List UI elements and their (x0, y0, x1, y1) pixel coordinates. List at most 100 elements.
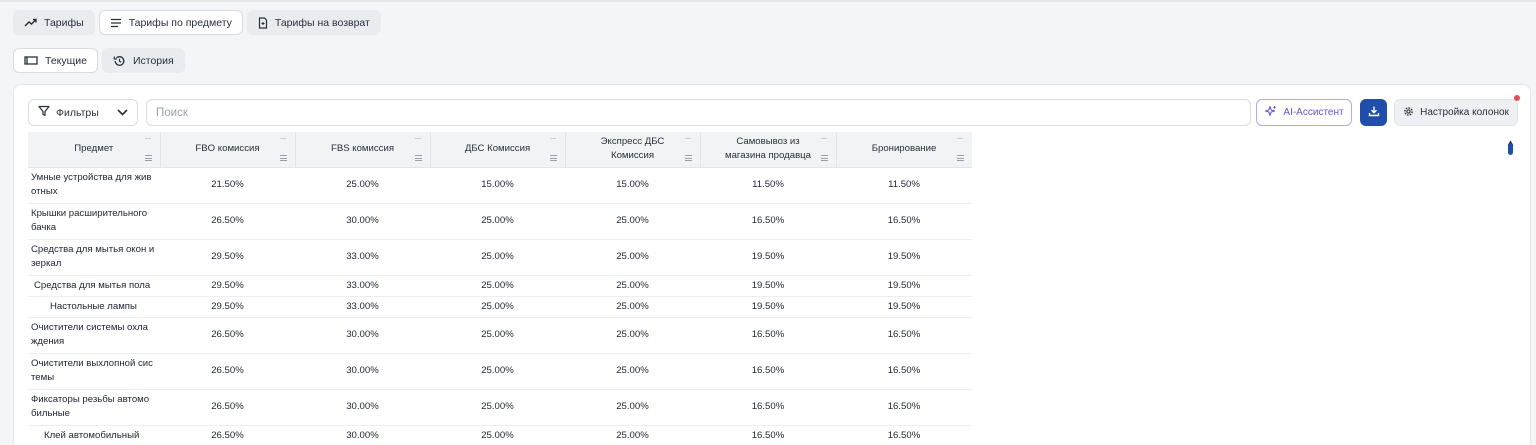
notification-dot (1514, 95, 1520, 101)
column-header-booking[interactable]: Бронирование ··· (836, 132, 972, 168)
gear-icon (1403, 106, 1414, 120)
cell-express: 25.00% (565, 296, 700, 318)
cell-booking: 16.50% (836, 203, 972, 240)
cell-pickup: 19.50% (700, 239, 836, 276)
cell-fbs: 30.00% (295, 203, 430, 240)
download-button[interactable] (1360, 99, 1387, 126)
column-settings-button[interactable]: Настройка колонок (1394, 99, 1518, 126)
cell-subject: Клей автомобильный (28, 425, 160, 445)
cell-fbs: 30.00% (295, 353, 430, 390)
column-menu-icon[interactable] (414, 154, 422, 161)
cell-express: 25.00% (565, 275, 700, 297)
cell-fbo: 26.50% (160, 353, 295, 390)
cell-booking: 16.50% (836, 317, 972, 354)
cell-express: 25.00% (565, 317, 700, 354)
column-menu-icon[interactable] (956, 154, 964, 161)
cell-subject: Умные устройства для жив отных (28, 167, 160, 204)
table-row[interactable]: Клей автомобильный 26.50% 30.00% 25.00% … (28, 425, 972, 445)
filters-label: Фильтры (56, 106, 99, 119)
ai-assistant-button[interactable]: AI-Ассистент (1256, 99, 1352, 126)
column-header-dbs[interactable]: ДБС Комиссия ··· (430, 132, 566, 168)
cell-fbs: 33.00% (295, 296, 430, 318)
cell-subject: Средства для мытья окон и зеркал (28, 239, 160, 276)
cell-dbs: 25.00% (430, 296, 565, 318)
return-doc-icon (258, 16, 268, 29)
cell-dbs: 25.00% (430, 317, 565, 354)
sparkle-icon (1264, 105, 1277, 121)
table-row[interactable]: Умные устройства для жив отных 21.50% 25… (28, 167, 972, 204)
more-icon[interactable]: ··· (550, 134, 557, 143)
cell-dbs: 25.00% (430, 239, 565, 276)
header-row: Предмет ··· FBO комиссия ··· FBS комиссия ·… (28, 132, 972, 168)
cell-pickup: 19.50% (700, 275, 836, 297)
cell-fbs: 33.00% (295, 275, 430, 297)
cell-express: 25.00% (565, 353, 700, 390)
cell-dbs: 25.00% (430, 353, 565, 390)
more-icon[interactable]: ··· (821, 134, 828, 143)
cell-booking: 16.50% (836, 353, 972, 390)
cell-pickup: 16.50% (700, 425, 836, 445)
table-row[interactable]: Очистители выхлопной сис темы 26.50% 30.… (28, 353, 972, 390)
toolbar: Фильтры AI-Ассистент Настройка колонок (28, 95, 1520, 126)
column-header-pickup[interactable]: Самовывоз из магазина продавца ··· (700, 132, 837, 168)
period-tabs: Текущие История (13, 48, 185, 73)
column-settings-label: Настройка колонок (1420, 107, 1509, 118)
cell-dbs: 25.00% (430, 389, 565, 426)
tariffs-card: Фильтры AI-Ассистент Настройка колонок (13, 84, 1531, 445)
table-row[interactable]: Средства для мытья пола 29.50% 33.00% 25… (28, 275, 972, 297)
tariffs-table: Предмет ··· FBO комиссия ··· FBS комиссия ·… (28, 132, 972, 445)
cell-pickup: 16.50% (700, 353, 836, 390)
more-icon[interactable]: ··· (415, 134, 422, 143)
more-icon[interactable]: ··· (280, 134, 287, 143)
table-row[interactable]: Очистители системы охла ждения 26.50% 30… (28, 317, 972, 354)
top-divider (0, 0, 1536, 2)
tab-history[interactable]: История (101, 48, 185, 73)
cell-express: 15.00% (565, 167, 700, 204)
column-menu-icon[interactable] (144, 154, 152, 161)
column-menu-icon[interactable] (820, 154, 828, 161)
cell-subject: Настольные лампы (28, 296, 160, 318)
cell-fbs: 30.00% (295, 425, 430, 445)
filters-button[interactable]: Фильтры (28, 99, 138, 126)
column-header-subject[interactable]: Предмет ··· (28, 132, 161, 168)
tariff-tabs: Тарифы Тарифы по предмету Тарифы на возв… (13, 10, 381, 35)
cell-dbs: 25.00% (430, 425, 565, 445)
vertical-scrollbar-thumb[interactable] (1508, 143, 1513, 155)
table-row[interactable]: Настольные лампы 29.50% 33.00% 25.00% 25… (28, 296, 972, 318)
window-icon (24, 56, 38, 65)
table-row[interactable]: Средства для мытья окон и зеркал 29.50% … (28, 239, 972, 276)
more-icon[interactable]: ··· (685, 134, 692, 143)
ai-assistant-label: AI-Ассистент (1283, 107, 1344, 118)
tab-label: Тарифы на возврат (274, 16, 370, 29)
tab-tariffs-by-subject[interactable]: Тарифы по предмету (98, 10, 243, 35)
tab-tariffs-return[interactable]: Тарифы на возврат (246, 10, 381, 35)
list-icon (110, 18, 122, 28)
cell-fbo: 26.50% (160, 389, 295, 426)
tab-tariffs[interactable]: Тарифы (13, 10, 95, 35)
column-menu-icon[interactable] (684, 154, 692, 161)
cell-booking: 16.50% (836, 389, 972, 426)
column-header-fbs[interactable]: FBS комиссия ··· (295, 132, 431, 168)
column-header-express-dbs[interactable]: Экспресс ДБС Комиссия ··· (565, 132, 701, 168)
cell-subject: Очистители системы охла ждения (28, 317, 160, 354)
tab-label: Текущие (45, 54, 87, 67)
table-row[interactable]: Фиксаторы резьбы автомо бильные 26.50% 3… (28, 389, 972, 426)
column-menu-icon[interactable] (549, 154, 557, 161)
table-row[interactable]: Крышки расширительного бачка 26.50% 30.0… (28, 203, 972, 240)
cell-fbo: 29.50% (160, 239, 295, 276)
cell-fbo: 26.50% (160, 203, 295, 240)
tab-current[interactable]: Текущие (13, 48, 98, 73)
chevron-down-icon (117, 107, 128, 119)
cell-fbo: 26.50% (160, 317, 295, 354)
download-icon (1368, 104, 1380, 122)
filter-icon (38, 105, 50, 120)
column-header-fbo[interactable]: FBO комиссия ··· (160, 132, 296, 168)
more-icon[interactable]: ··· (957, 134, 964, 143)
tariffs-grid: Предмет ··· FBO комиссия ··· FBS комиссия ·… (28, 132, 972, 445)
cell-pickup: 11.50% (700, 167, 836, 204)
more-icon[interactable]: ··· (145, 134, 152, 143)
cell-booking: 19.50% (836, 296, 972, 318)
column-menu-icon[interactable] (279, 154, 287, 161)
search-input[interactable] (146, 99, 1251, 126)
cell-subject: Средства для мытья пола (28, 275, 160, 297)
